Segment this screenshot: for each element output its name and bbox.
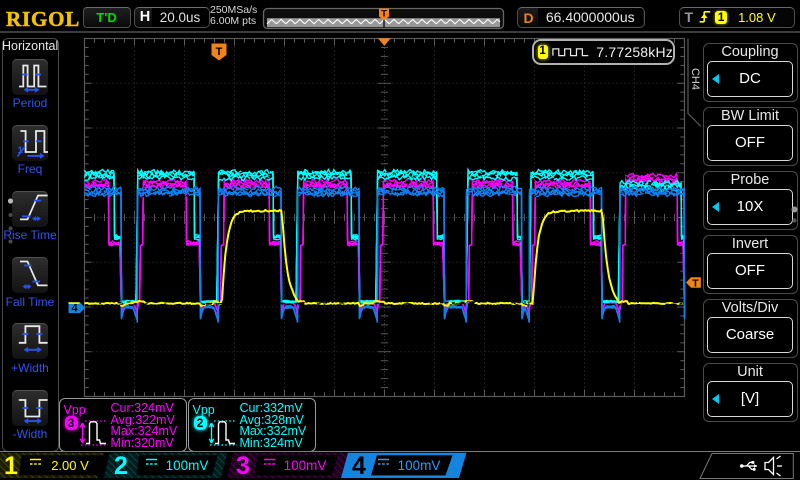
svg-text:4: 4	[71, 303, 78, 315]
svg-text:T: T	[381, 8, 387, 19]
svg-text:100mV: 100mV	[398, 458, 441, 473]
svg-text:2: 2	[114, 452, 128, 480]
svg-text:2.00 V: 2.00 V	[51, 458, 89, 473]
svg-text:3: 3	[236, 452, 250, 480]
svg-text:4: 4	[352, 452, 366, 480]
svg-text:100mV: 100mV	[284, 458, 327, 473]
svg-text:100mV: 100mV	[166, 458, 209, 473]
svg-text:T: T	[216, 46, 223, 58]
svg-text:1: 1	[4, 452, 18, 480]
svg-text:T: T	[692, 278, 699, 290]
